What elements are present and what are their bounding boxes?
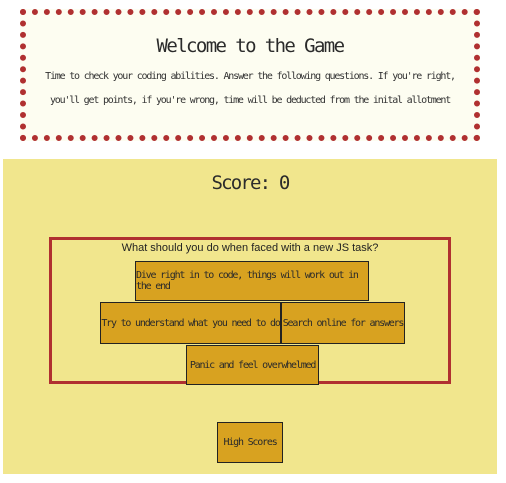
game-panel: Score: 0 What should you do when faced w… [3, 159, 497, 474]
answer-button-4[interactable]: Panic and feel overwhelmed [186, 345, 319, 385]
score-display: Score: 0 [211, 172, 290, 194]
welcome-panel: Welcome to the Game Time to check your c… [20, 9, 480, 141]
quiz-box: What should you do when faced with a new… [49, 237, 451, 385]
answer-button-2[interactable]: Try to understand what you need to do [100, 302, 281, 344]
question-text: What should you do when faced with a new… [121, 242, 379, 254]
answer-button-3[interactable]: Search online for answers [281, 302, 405, 344]
answer-button-1[interactable]: Dive right in to code, things will work … [135, 261, 369, 301]
welcome-title: Welcome to the Game [156, 35, 346, 57]
welcome-description: Time to check your coding abilities. Ans… [45, 71, 456, 106]
high-scores-button[interactable]: High Scores [217, 422, 283, 463]
